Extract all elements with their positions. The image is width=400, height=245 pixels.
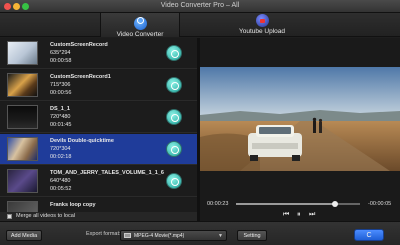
file-meta: CustomScreenRecord 635*294 00:00:58	[50, 41, 108, 65]
file-duration: 00:05:52	[50, 186, 72, 192]
video-thumbnail	[7, 105, 38, 129]
file-resolution: 640*480	[50, 178, 71, 184]
next-frame-icon[interactable]: ⏭	[309, 211, 315, 219]
video-thumbnail	[7, 41, 38, 65]
remaining-time: -00:00:05	[368, 201, 392, 207]
seek-handle[interactable]	[332, 201, 339, 207]
tab-video-converter[interactable]: Video Converter	[100, 13, 180, 38]
file-name: DS_1_1	[50, 106, 70, 112]
export-format-label: Export format:	[86, 231, 121, 237]
previous-frame-icon[interactable]: ⏮	[283, 211, 289, 219]
export-format-select[interactable]: MPEG-4 Movie(*.mp4) ▼	[120, 230, 227, 241]
convert-file-button[interactable]	[166, 77, 182, 93]
seek-progress	[236, 203, 336, 205]
tab-bar: Video Converter Youtube Upload	[0, 13, 400, 38]
window-title: Video Converter Pro – All	[160, 2, 240, 9]
video-frame	[200, 67, 400, 171]
convert-file-button[interactable]	[166, 141, 182, 157]
movie-format-icon	[124, 233, 131, 238]
setting-button[interactable]: Setting	[237, 230, 267, 241]
file-resolution: 715*306	[50, 82, 71, 88]
file-name: Devils Double-quicktime	[50, 138, 114, 144]
merge-row: Merge all videos to local	[0, 212, 197, 221]
convert-file-button[interactable]	[166, 109, 182, 125]
video-thumbnail	[7, 73, 38, 97]
file-name: Franks loop copy	[50, 202, 96, 208]
bottom-toolbar: Add Media Export format: MPEG-4 Movie(*.…	[0, 221, 400, 245]
video-thumbnail	[7, 137, 38, 161]
file-meta: Devils Double-quicktime 720*304 00:02:18	[50, 137, 114, 161]
file-duration: 00:00:56	[50, 90, 72, 96]
file-name: TOM_AND_JERRY_TALES_VOLUME_1_1_6	[50, 170, 164, 176]
file-item[interactable]: TOM_AND_JERRY_TALES_VOLUME_1_1_6 640*480…	[0, 166, 197, 197]
video-thumbnail	[7, 169, 38, 193]
merge-checkbox[interactable]	[7, 214, 12, 219]
file-list: CustomScreenRecord 635*294 00:00:58 Cust…	[0, 38, 197, 212]
file-resolution: 720*304	[50, 146, 71, 152]
file-meta: TOM_AND_JERRY_TALES_VOLUME_1_1_6 640*480…	[50, 169, 164, 193]
add-media-button[interactable]: Add Media	[6, 230, 42, 241]
video-converter-icon	[133, 17, 147, 30]
video-preview[interactable]	[200, 67, 400, 171]
file-duration: 00:01:45	[50, 122, 72, 128]
file-item[interactable]: DS_1_1 720*480 00:01:45	[0, 102, 197, 133]
convert-button[interactable]: C	[354, 229, 384, 241]
convert-file-button[interactable]	[166, 45, 182, 61]
convert-file-button[interactable]	[166, 173, 182, 189]
file-meta: CustomScreenRecord1 715*306 00:00:56	[50, 73, 111, 97]
file-duration: 00:00:58	[50, 58, 72, 64]
file-item[interactable]: CustomScreenRecord1 715*306 00:00:56	[0, 70, 197, 101]
tab-youtube-upload[interactable]: Youtube Upload	[222, 13, 302, 37]
file-name: CustomScreenRecord1	[50, 74, 111, 80]
file-item-selected[interactable]: Devils Double-quicktime 720*304 00:02:18	[0, 134, 197, 165]
tab-label: Youtube Upload	[238, 28, 286, 35]
current-time: 00:00:23	[207, 201, 229, 207]
file-meta: DS_1_1 720*480 00:01:45	[50, 105, 71, 129]
chevron-down-icon: ▼	[218, 233, 223, 239]
file-resolution: 720*480	[50, 114, 71, 120]
file-item[interactable]: CustomScreenRecord 635*294 00:00:58	[0, 38, 197, 69]
file-duration: 00:02:18	[50, 154, 72, 160]
video-thumbnail	[7, 201, 38, 212]
preview-pane: 00:00:23 -00:00:05 ⏮ ⏸ ⏭	[200, 38, 400, 221]
pause-icon[interactable]: ⏸	[297, 211, 301, 219]
title-bar: Video Converter Pro – All	[0, 0, 400, 13]
youtube-upload-icon	[255, 14, 269, 27]
file-item[interactable]: Franks loop copy	[0, 198, 197, 212]
merge-label: Merge all videos to local	[16, 213, 76, 219]
export-format-value: MPEG-4 Movie(*.mp4)	[134, 233, 185, 239]
seek-bar[interactable]	[236, 201, 360, 207]
file-resolution: 635*294	[50, 50, 71, 56]
file-meta: Franks loop copy	[50, 201, 96, 209]
file-name: CustomScreenRecord	[50, 42, 108, 48]
tab-label: Video Converter	[116, 31, 164, 38]
